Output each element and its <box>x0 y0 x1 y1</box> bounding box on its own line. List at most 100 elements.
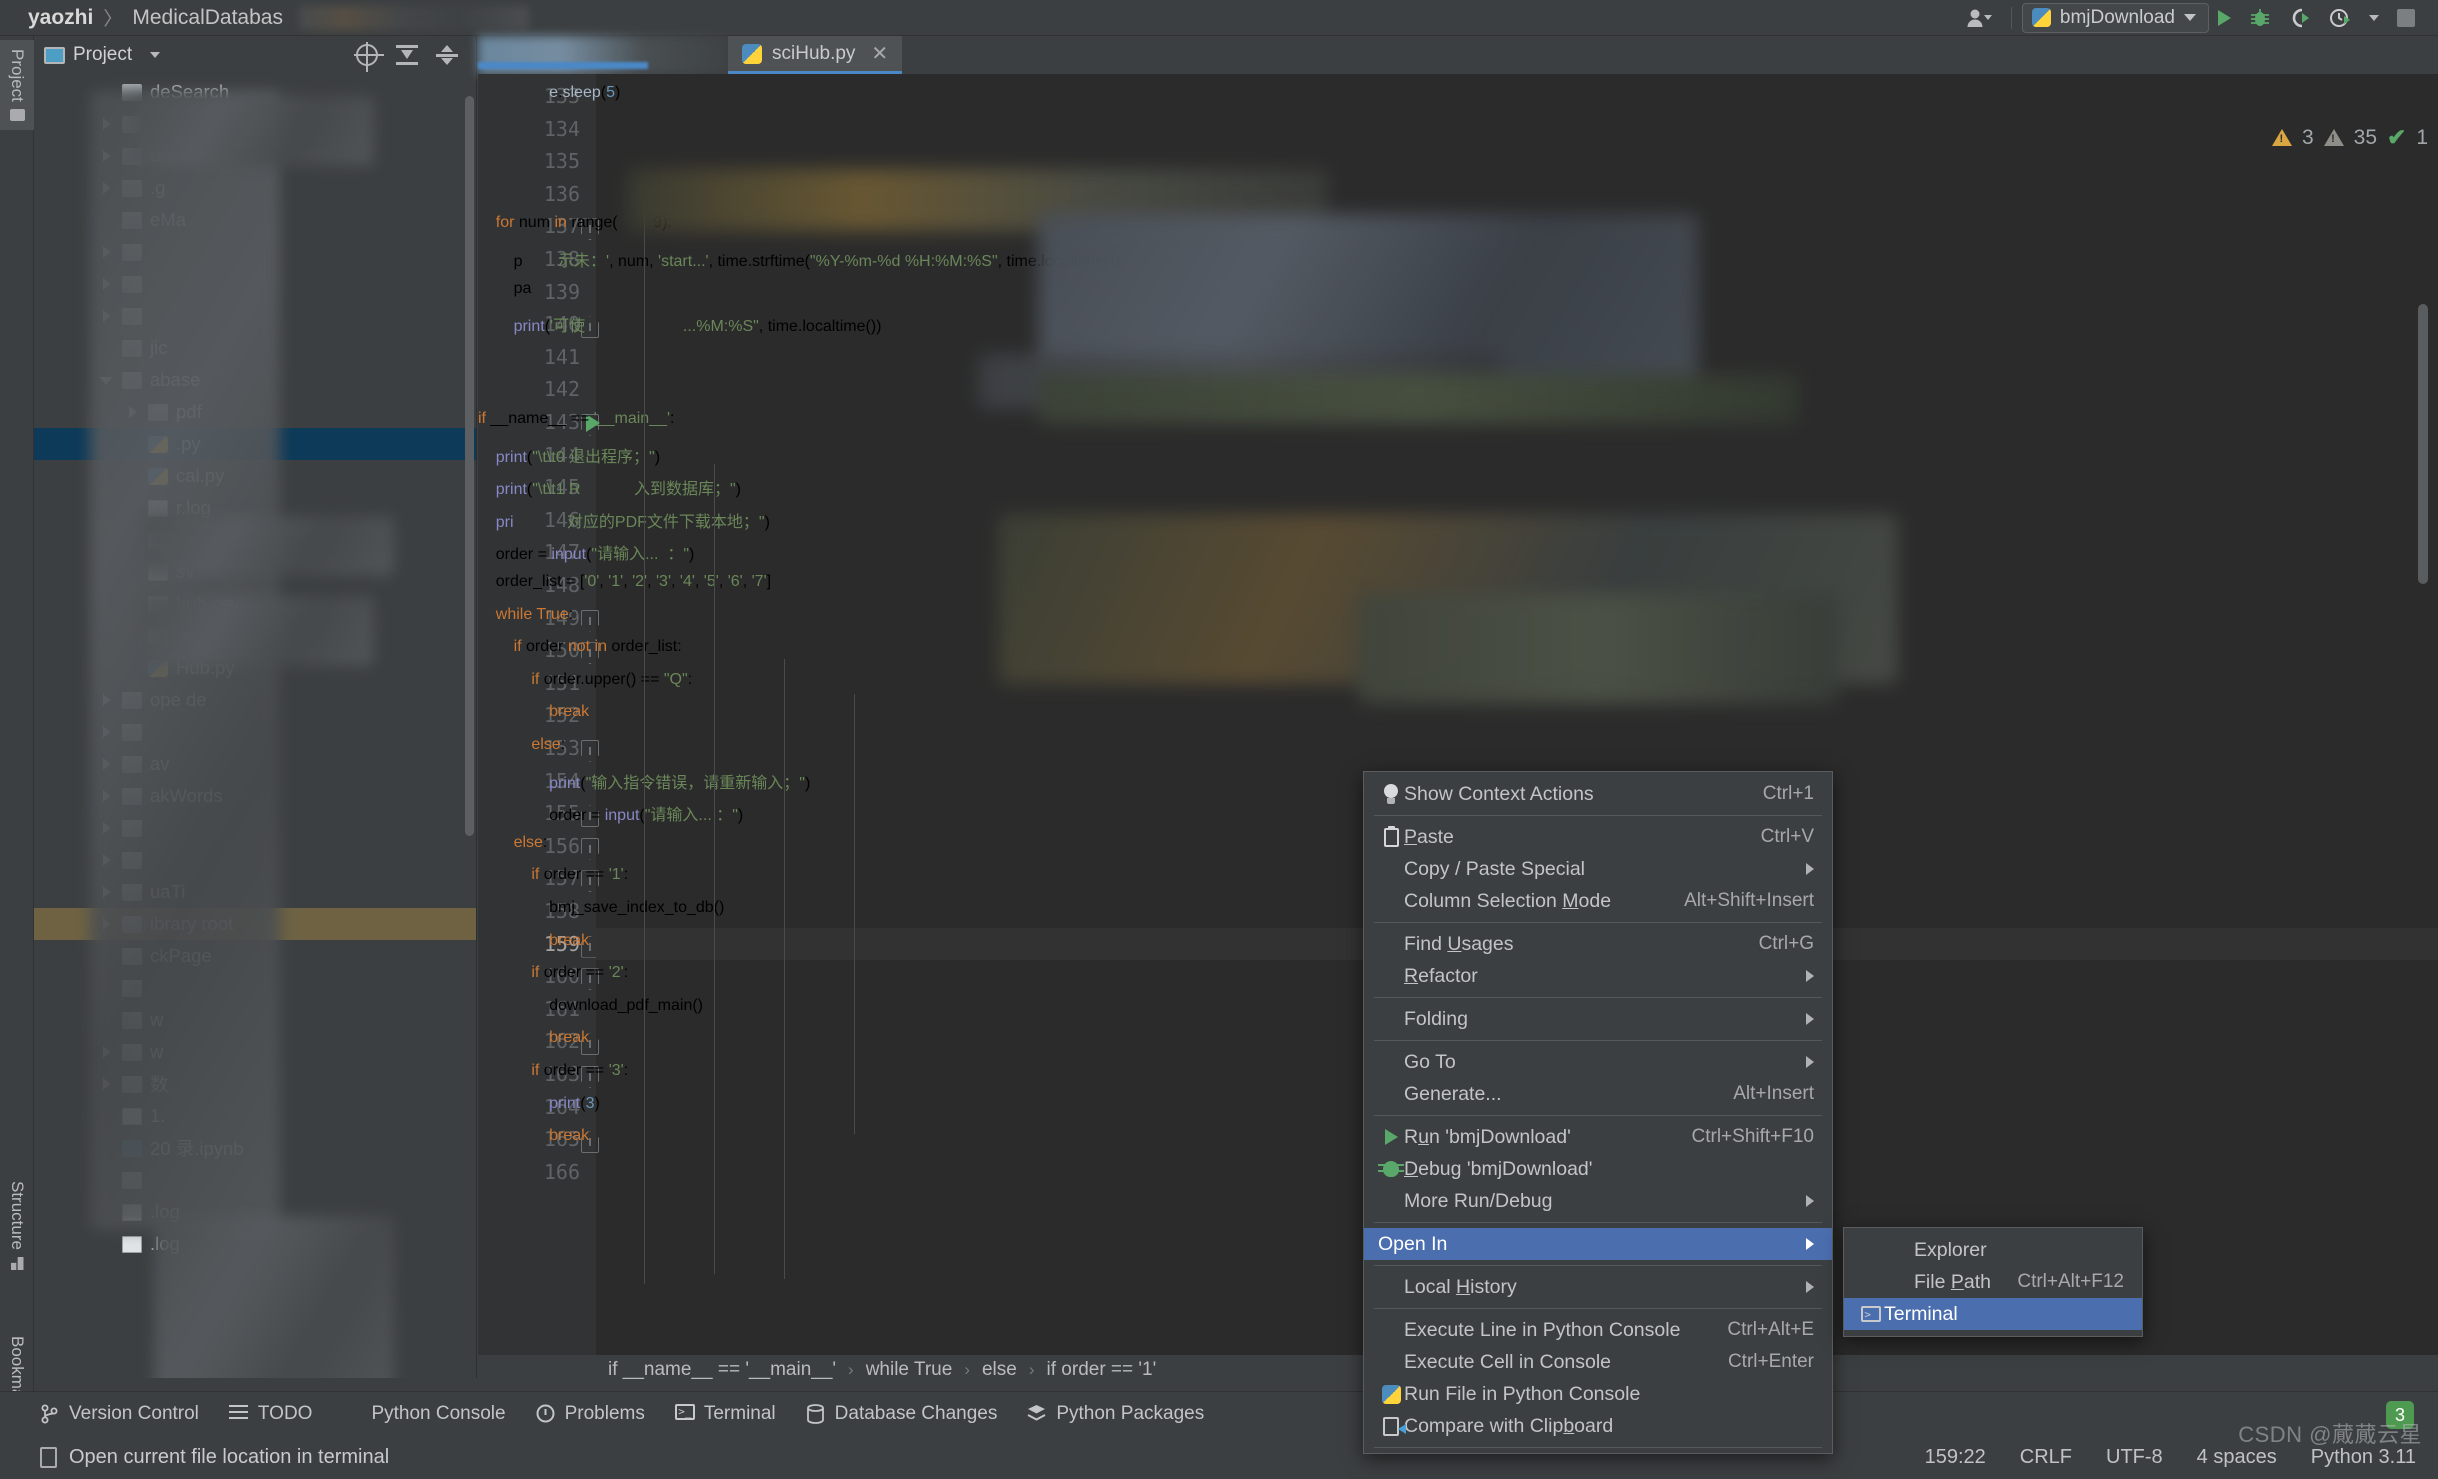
open-in-submenu[interactable]: ExplorerFile PathCtrl+Alt+F12>_Terminal <box>1843 1227 2143 1337</box>
tree-node[interactable]: .zip <box>34 620 476 652</box>
stop-button[interactable] <box>2388 2 2424 34</box>
chevron-right-icon[interactable] <box>100 1013 114 1027</box>
code-line[interactable]: else: <box>478 834 547 852</box>
bottom-tab-python-packages[interactable]: Python Packages <box>1027 1403 1204 1425</box>
chevron-right-icon[interactable] <box>100 693 114 707</box>
tool-window-structure[interactable]: Structure <box>0 1172 34 1279</box>
chevron-right-icon[interactable] <box>126 629 140 643</box>
chevron-right-icon[interactable] <box>100 1109 114 1123</box>
coverage-button[interactable] <box>2280 2 2320 34</box>
run-button[interactable] <box>2209 2 2240 34</box>
tree-node[interactable]: akWords <box>34 780 476 812</box>
code-line[interactable]: if order.upper() == "Q": <box>478 671 692 689</box>
code-line[interactable]: order_list = ['0', '1', '2', '3', '4', '… <box>478 573 771 591</box>
tree-node[interactable]: 数 <box>34 1068 476 1100</box>
chevron-right-icon[interactable] <box>100 213 114 227</box>
debug-button[interactable] <box>2240 2 2280 34</box>
chevron-right-icon[interactable] <box>100 85 114 99</box>
tree-node[interactable] <box>34 844 476 876</box>
code-line[interactable]: if order == '2': <box>478 964 628 982</box>
user-account-icon[interactable] <box>1957 2 2001 34</box>
code-line[interactable]: if order not in order_list: <box>478 638 682 656</box>
code-line[interactable]: e.sleep(5) <box>478 84 620 102</box>
code-line[interactable]: for num in range( 9): <box>478 214 672 232</box>
chevron-right-icon[interactable] <box>100 1141 114 1155</box>
tree-node[interactable]: hub.csv <box>34 588 476 620</box>
menu-item-terminal[interactable]: >_Terminal <box>1844 1298 2142 1330</box>
indent-setting[interactable]: 4 spaces <box>2197 1446 2277 1469</box>
menu-item-explorer[interactable]: Explorer <box>1844 1234 2142 1266</box>
chevron-right-icon[interactable] <box>100 1237 114 1251</box>
select-opened-file-icon[interactable] <box>356 44 378 66</box>
chevron-right-icon[interactable] <box>126 661 140 675</box>
code-line[interactable]: print(3) <box>478 1095 600 1113</box>
chevron-right-icon[interactable] <box>100 885 114 899</box>
profile-button[interactable] <box>2320 2 2360 34</box>
menu-item-folding[interactable]: Folding <box>1364 1003 1832 1035</box>
tree-node[interactable]: uaTi <box>34 876 476 908</box>
chevron-right-icon[interactable] <box>100 341 114 355</box>
bottom-tab-todo[interactable]: TODO <box>229 1403 313 1425</box>
chevron-right-icon[interactable] <box>100 981 114 995</box>
menu-item-more-run-debug[interactable]: More Run/Debug <box>1364 1185 1832 1217</box>
chevron-right-icon[interactable] <box>126 565 140 579</box>
chevron-right-icon[interactable] <box>100 1045 114 1059</box>
file-encoding[interactable]: UTF-8 <box>2106 1446 2163 1469</box>
menu-item-debug-bmjdownload[interactable]: Debug 'bmjDownload' <box>1364 1153 1832 1185</box>
tree-node[interactable]: ope de <box>34 684 476 716</box>
chevron-right-icon[interactable] <box>100 309 114 323</box>
expand-all-icon[interactable] <box>396 45 418 65</box>
bottom-tab-version-control[interactable]: Version Control <box>40 1403 199 1425</box>
code-line[interactable]: print("\t\t0 退出程序；") <box>478 443 660 467</box>
breadcrumb-item[interactable]: while True <box>866 1359 953 1381</box>
bottom-tab-terminal[interactable]: >_Terminal <box>675 1403 776 1425</box>
tree-node[interactable]: deSearch <box>34 76 476 108</box>
code-line[interactable]: else: <box>478 736 565 754</box>
menu-item-paste[interactable]: PasteCtrl+V <box>1364 821 1832 853</box>
tree-node[interactable]: .py <box>34 428 476 460</box>
tree-node[interactable]: 1. <box>34 1100 476 1132</box>
inspection-widget[interactable]: 3 35 ✔ 1 <box>2272 124 2428 151</box>
code-line[interactable]: pri 对应的PDF文件下载本地；") <box>478 508 770 532</box>
bottom-tab-database-changes[interactable]: Database Changes <box>806 1403 998 1425</box>
tree-node[interactable]: ibrary root <box>34 908 476 940</box>
breadcrumb-item[interactable]: if order == '1' <box>1047 1359 1157 1381</box>
chevron-right-icon[interactable] <box>100 1077 114 1091</box>
menu-item-execute-cell-in-console[interactable]: Execute Cell in ConsoleCtrl+Enter <box>1364 1346 1832 1378</box>
tree-node[interactable] <box>34 236 476 268</box>
code-line[interactable]: bmj_save_index_to_db() <box>478 899 724 917</box>
menu-item-refactor[interactable]: Refactor <box>1364 960 1832 992</box>
tree-node[interactable]: eMa <box>34 204 476 236</box>
chevron-right-icon[interactable] <box>100 1173 114 1187</box>
breadcrumb-item[interactable]: if __name__ == '__main__' <box>608 1359 836 1381</box>
editor-tab-scihub[interactable]: sciHub.py ✕ <box>728 36 902 74</box>
code-line[interactable]: download_pdf_main() <box>478 997 703 1015</box>
module-name[interactable]: MedicalDatabas <box>132 6 283 30</box>
menu-item-generate[interactable]: Generate...Alt+Insert <box>1364 1078 1832 1110</box>
tree-node[interactable] <box>34 716 476 748</box>
chevron-right-icon[interactable] <box>100 757 114 771</box>
chevron-right-icon[interactable] <box>100 725 114 739</box>
chevron-right-icon[interactable] <box>100 245 114 259</box>
tree-node[interactable]: abase <box>34 364 476 396</box>
menu-item-find-usages[interactable]: Find UsagesCtrl+G <box>1364 928 1832 960</box>
tree-node[interactable]: sv <box>34 556 476 588</box>
code-line[interactable]: break <box>478 1127 589 1145</box>
menu-item-go-to[interactable]: Go To <box>1364 1046 1832 1078</box>
chevron-right-icon[interactable] <box>100 917 114 931</box>
editor-context-menu[interactable]: Show Context ActionsCtrl+1PasteCtrl+VCop… <box>1363 771 1833 1454</box>
tree-node[interactable]: av <box>34 748 476 780</box>
tree-node[interactable]: Hub.py <box>34 652 476 684</box>
chevron-right-icon[interactable] <box>100 949 114 963</box>
tree-node[interactable]: rance.log <box>34 524 476 556</box>
menu-item-local-history[interactable]: Local History <box>1364 1271 1832 1303</box>
tree-node[interactable]: w <box>34 1036 476 1068</box>
chevron-right-icon[interactable] <box>100 181 114 195</box>
chevron-right-icon[interactable] <box>100 149 114 163</box>
chevron-right-icon[interactable] <box>126 437 140 451</box>
more-actions-icon[interactable] <box>2360 2 2388 34</box>
tree-node[interactable]: on <box>34 140 476 172</box>
code-line[interactable]: break <box>478 703 589 721</box>
code-line[interactable]: if __name__ == '__main__': <box>478 410 674 428</box>
code-line[interactable]: print('可使 ...%M:%S", time.localtime()) <box>478 312 881 336</box>
